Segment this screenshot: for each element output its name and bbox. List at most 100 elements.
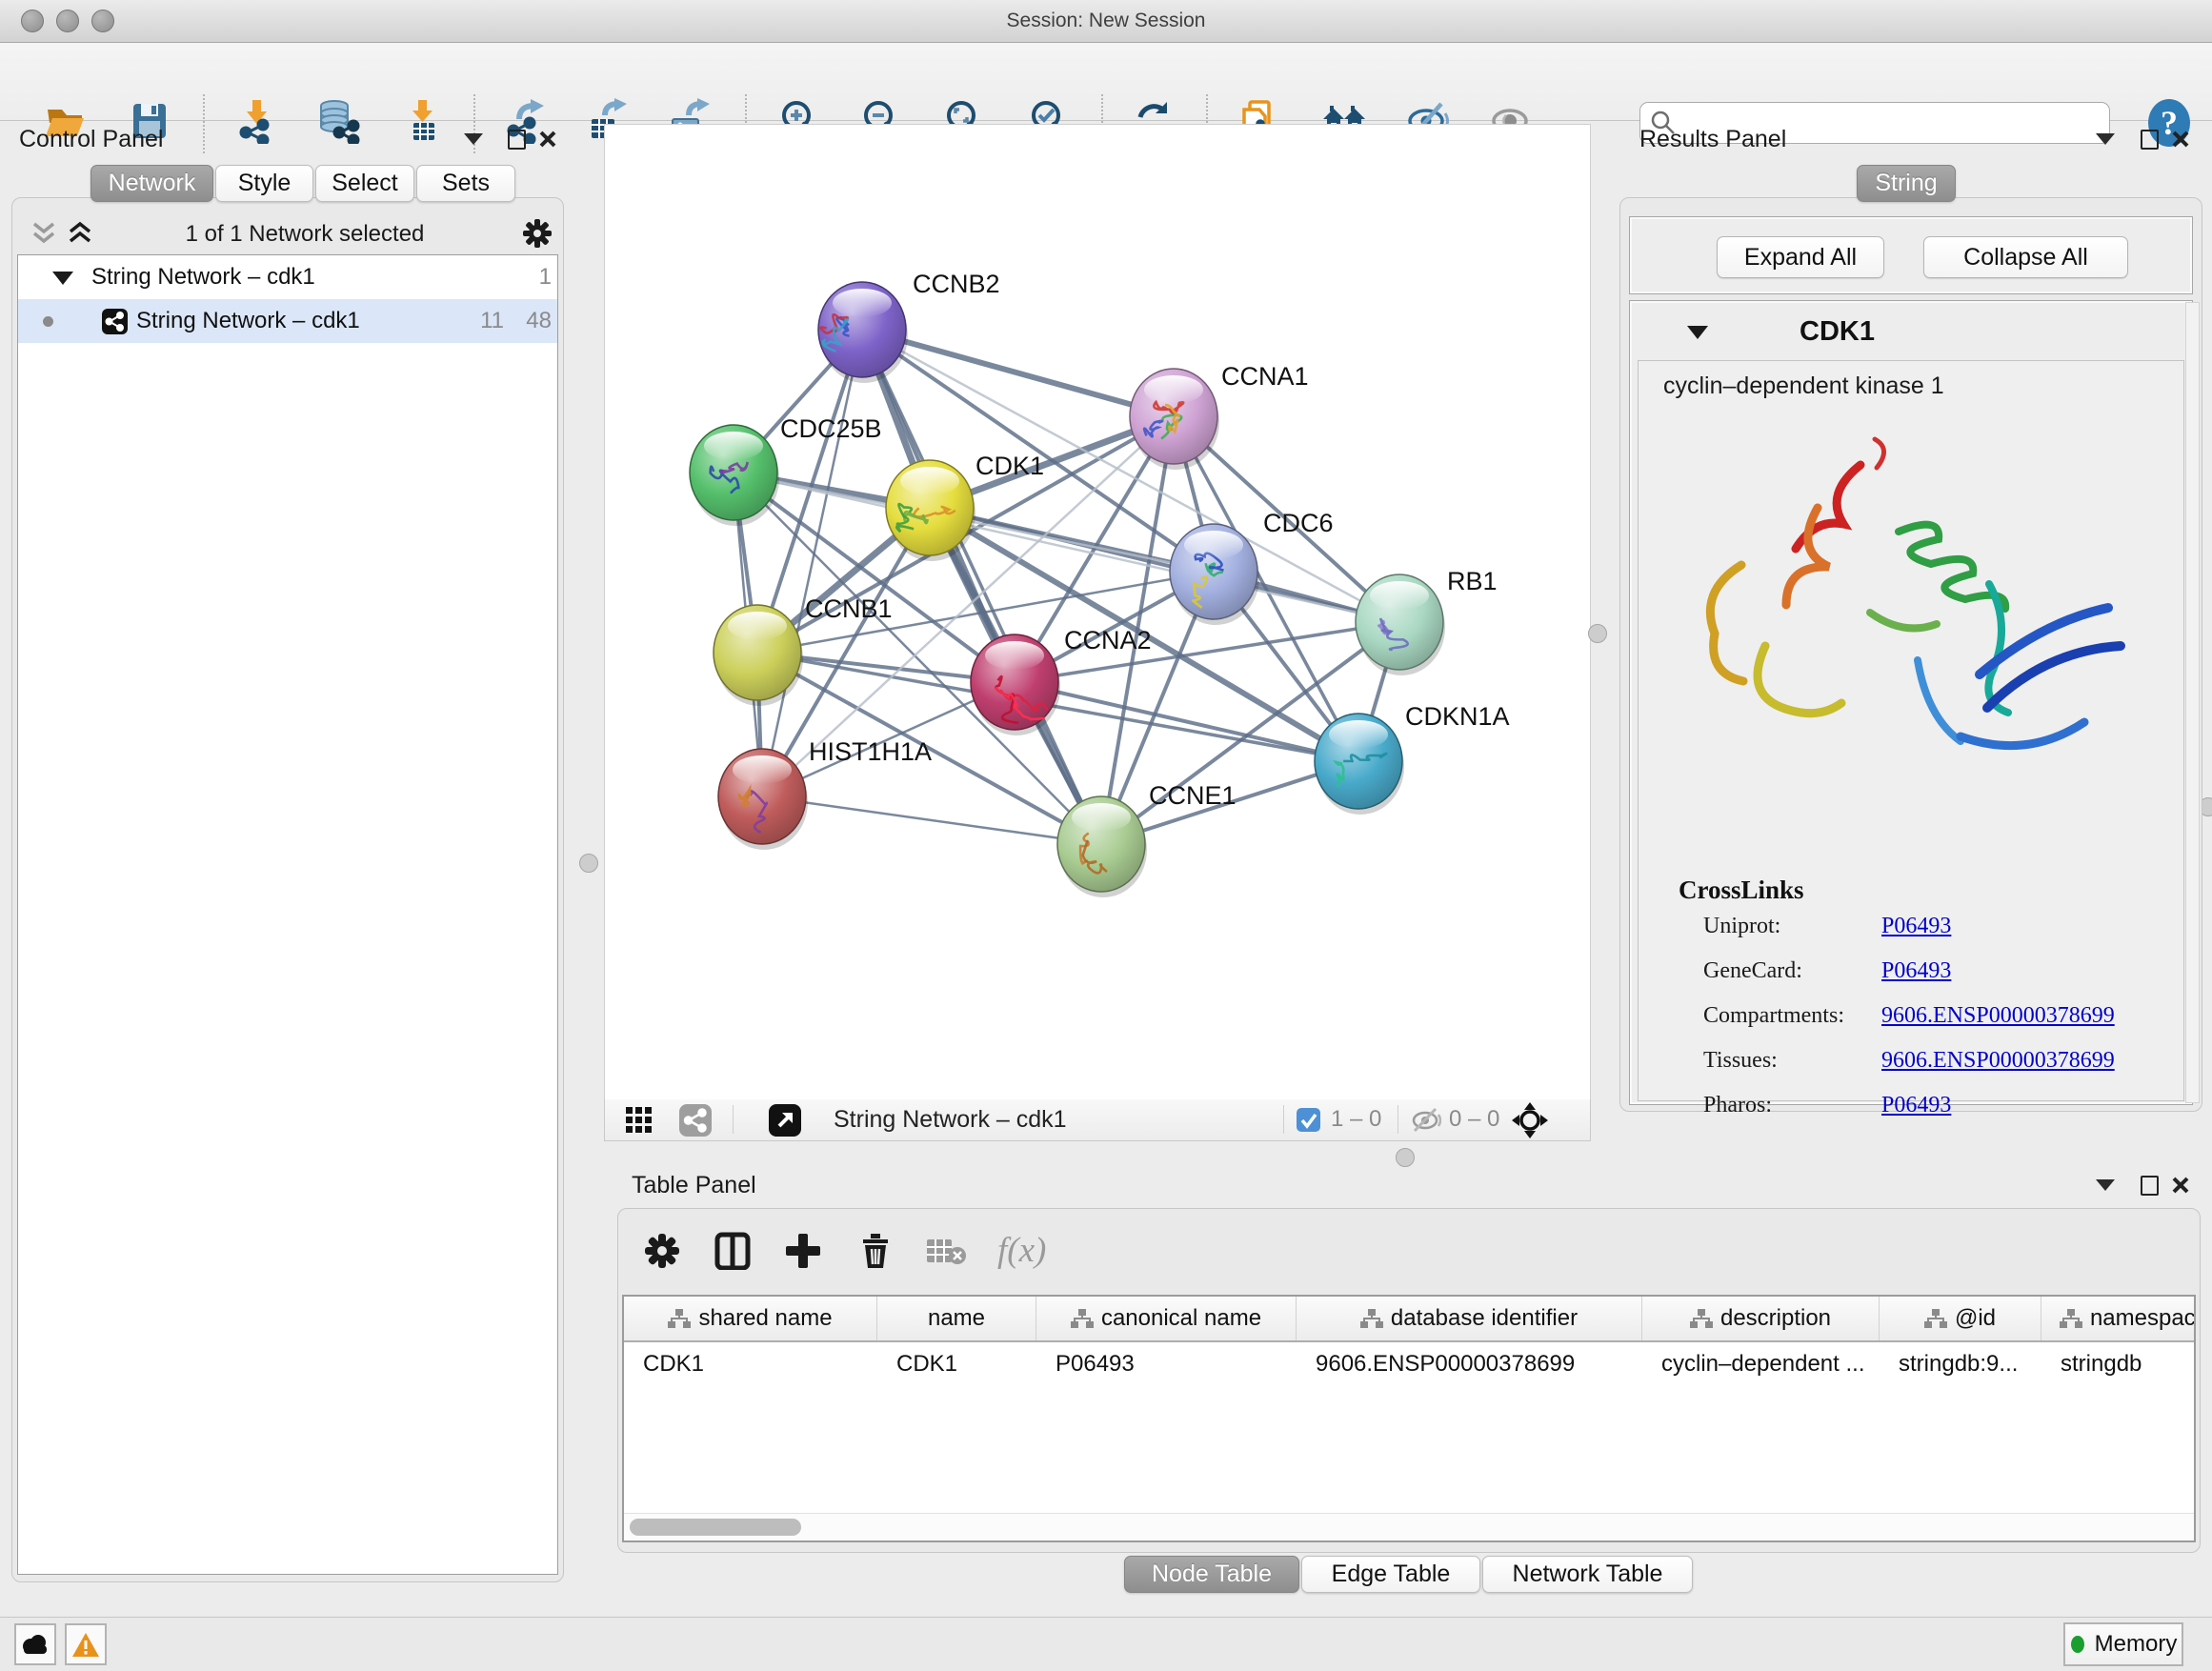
network-node-label: RB1 — [1447, 567, 1498, 595]
right-splitter-handle[interactable] — [1588, 624, 1607, 643]
column-header-canonical-name[interactable]: canonical name — [1036, 1297, 1297, 1340]
import-network-file-icon[interactable] — [234, 98, 280, 144]
memory-button[interactable]: Memory — [2063, 1622, 2183, 1666]
network-canvas[interactable]: CCNB2CCNA1CDC25BCDK1CDC6RB1CCNB1CCNA2CDK… — [604, 124, 1591, 1101]
control-panel-float-icon[interactable] — [508, 130, 526, 150]
crosslink-row: Tissues:9606.ENSP00000378699 — [1703, 1048, 2183, 1074]
network-edge-CCNE1-HIST1H1A[interactable] — [762, 796, 1101, 844]
network-collection-row[interactable]: String Network – cdk1 1 — [18, 255, 557, 299]
collection-expand-icon[interactable] — [52, 272, 73, 285]
table-panel-close-icon[interactable] — [2171, 1176, 2190, 1195]
network-edge-CCNB2-HIST1H1A[interactable] — [762, 330, 862, 796]
table-cell[interactable]: P06493 — [1036, 1342, 1297, 1385]
delete-column-icon[interactable] — [856, 1232, 895, 1270]
network-node-CCNB2[interactable]: CCNB2 — [818, 270, 1000, 383]
import-table-file-icon[interactable] — [400, 98, 446, 144]
network-node-CCNA1[interactable]: CCNA1 — [1130, 362, 1309, 470]
control-tab-select[interactable]: Select — [315, 165, 414, 202]
results-scrollbar[interactable] — [2185, 302, 2200, 1103]
control-tab-sets[interactable]: Sets — [416, 165, 515, 202]
results-panel-menu-icon[interactable] — [2096, 133, 2115, 145]
network-node-label: CDKN1A — [1405, 702, 1510, 731]
delete-table-icon — [927, 1236, 967, 1266]
table-panel-float-icon[interactable] — [2141, 1176, 2159, 1196]
control-tab-style[interactable]: Style — [215, 165, 313, 202]
network-node-CDK1[interactable]: CDK1 — [886, 452, 1044, 561]
network-selection-status: 1 of 1 Network selected — [124, 221, 486, 248]
crosslink-label: Uniprot: — [1703, 914, 1881, 939]
column-header-shared-name[interactable]: shared name — [624, 1297, 877, 1340]
protein-description: cyclin–dependent kinase 1 — [1663, 372, 1944, 400]
control-panel-menu-icon[interactable] — [464, 133, 483, 145]
crosslink-row: Pharos:P06493 — [1703, 1093, 2183, 1118]
table-tab-edge-table[interactable]: Edge Table — [1301, 1556, 1480, 1593]
crosslink-link[interactable]: P06493 — [1881, 958, 1951, 984]
crosslink-row: GeneCard:P06493 — [1703, 958, 2183, 984]
birds-eye-view-icon[interactable] — [1512, 1102, 1548, 1138]
table-row[interactable]: CDK1CDK1P064939606.ENSP00000378699cyclin… — [624, 1342, 2194, 1385]
table-tab-network-table[interactable]: Network Table — [1482, 1556, 1693, 1593]
open-in-window-icon[interactable] — [769, 1104, 801, 1137]
collapse-all-button[interactable]: Collapse All — [1923, 236, 2128, 278]
column-header-database-identifier[interactable]: database identifier — [1297, 1297, 1642, 1340]
crosslink-link[interactable]: 9606.ENSP00000378699 — [1881, 1003, 2115, 1029]
table-cell[interactable]: stringdb — [2041, 1342, 2194, 1385]
horizontal-splitter-handle[interactable] — [1396, 1148, 1415, 1167]
expand-all-button[interactable]: Expand All — [1717, 236, 1884, 278]
add-column-icon[interactable] — [784, 1232, 822, 1270]
network-node-CDC6[interactable]: CDC6 — [1170, 509, 1334, 625]
netbar-separator — [1283, 1105, 1284, 1134]
column-header-description[interactable]: description — [1642, 1297, 1880, 1340]
results-panel-float-icon[interactable] — [2141, 130, 2159, 150]
network-row[interactable]: String Network – cdk1 11 48 — [18, 299, 557, 343]
network-node-HIST1H1A[interactable]: HIST1H1A — [718, 737, 932, 850]
left-splitter-handle[interactable] — [579, 854, 598, 873]
table-cell[interactable]: CDK1 — [624, 1342, 877, 1385]
cloud-status-button[interactable] — [14, 1623, 56, 1665]
collapse-all-chevron-icon[interactable] — [30, 221, 57, 246]
table-tabs: Node TableEdge TableNetwork Table — [1124, 1556, 1695, 1593]
network-node-CCNE1[interactable]: CCNE1 — [1057, 781, 1237, 897]
crosslink-link[interactable]: P06493 — [1881, 1093, 1951, 1118]
protein-collapse-icon[interactable] — [1687, 326, 1708, 339]
control-tab-network[interactable]: Network — [90, 165, 213, 202]
network-node-label: CDC25B — [780, 414, 882, 443]
collection-label: String Network – cdk1 — [91, 255, 315, 299]
network-share-view-icon[interactable] — [679, 1104, 712, 1137]
table-hscrollbar — [624, 1513, 2194, 1540]
show-columns-icon[interactable] — [714, 1232, 752, 1270]
table-cell[interactable]: stringdb:9... — [1880, 1342, 2041, 1385]
network-node-count: 11 — [458, 299, 504, 343]
function-builder-icon: f(x) — [997, 1230, 1046, 1271]
network-edge-CCNB2-CCNA1[interactable] — [862, 330, 1174, 416]
crosslink-link[interactable]: P06493 — [1881, 914, 1951, 939]
network-node-label: CDC6 — [1263, 509, 1334, 537]
network-node-CDKN1A[interactable]: CDKN1A — [1315, 702, 1510, 815]
selected-checkbox-icon[interactable] — [1297, 1108, 1320, 1132]
column-header-@id[interactable]: @id — [1880, 1297, 2041, 1340]
results-tab-string[interactable]: String — [1857, 165, 1956, 202]
table-tab-node-table[interactable]: Node Table — [1124, 1556, 1299, 1593]
crosslink-row: Uniprot:P06493 — [1703, 914, 2183, 939]
table-cell[interactable]: 9606.ENSP00000378699 — [1297, 1342, 1642, 1385]
results-panel-close-icon[interactable] — [2171, 130, 2190, 149]
main-toolbar: ? — [0, 43, 2212, 121]
expand-all-chevron-icon[interactable] — [67, 221, 93, 246]
results-panel-title: Results Panel — [1639, 126, 1786, 153]
warning-status-button[interactable] — [65, 1623, 107, 1665]
column-header-namespace[interactable]: namespace — [2041, 1297, 2194, 1340]
table-hscrollbar-thumb[interactable] — [630, 1519, 801, 1536]
network-options-gear-icon[interactable] — [521, 217, 553, 250]
table-gear-icon[interactable] — [643, 1232, 681, 1270]
application-window: Session: New Session — [0, 0, 2212, 1671]
control-panel-close-icon[interactable] — [538, 130, 557, 149]
table-cell[interactable]: CDK1 — [877, 1342, 1036, 1385]
crosslink-link[interactable]: 9606.ENSP00000378699 — [1881, 1048, 2115, 1074]
grid-view-icon[interactable] — [626, 1107, 654, 1134]
node-table: shared namenamecanonical namedatabase id… — [622, 1295, 2196, 1542]
import-network-database-icon[interactable] — [315, 98, 361, 144]
network-node-RB1[interactable]: RB1 — [1356, 567, 1498, 675]
table-cell[interactable]: cyclin–dependent ... — [1642, 1342, 1880, 1385]
table-panel-menu-icon[interactable] — [2096, 1179, 2115, 1191]
column-header-name[interactable]: name — [877, 1297, 1036, 1340]
